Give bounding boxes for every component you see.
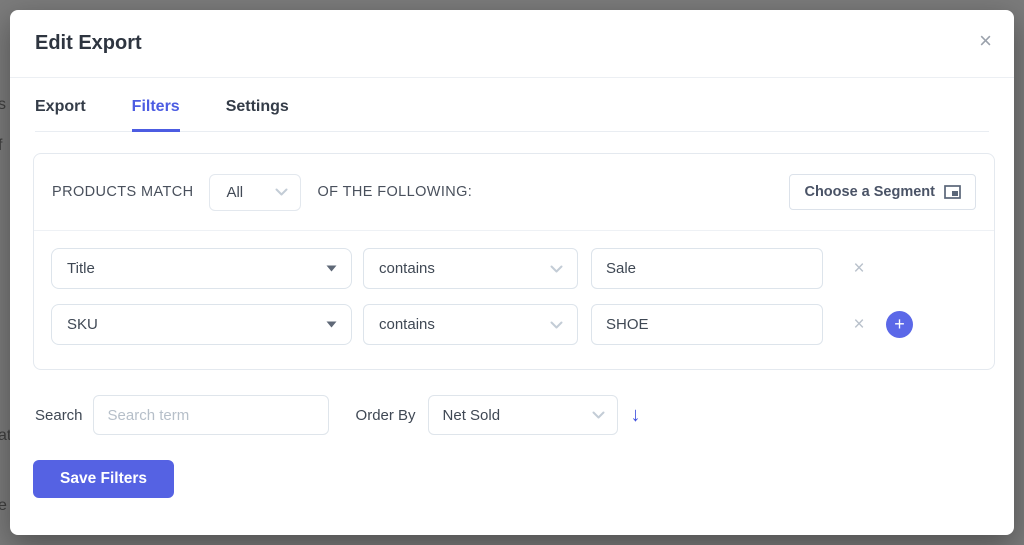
field-select-value: SKU <box>67 316 98 333</box>
choose-segment-label: Choose a Segment <box>804 184 935 200</box>
save-filters-button[interactable]: Save Filters <box>33 460 174 498</box>
choose-segment-button[interactable]: Choose a Segment <box>789 174 976 210</box>
order-by-select[interactable]: Net Sold <box>427 395 618 435</box>
search-input[interactable] <box>92 395 329 435</box>
chevron-down-icon <box>275 188 288 196</box>
caret-down-icon <box>326 265 337 272</box>
segment-icon <box>944 185 961 199</box>
close-icon[interactable]: × <box>979 30 992 52</box>
background-text-fragment: s <box>0 96 6 113</box>
field-select[interactable]: SKU <box>51 304 352 345</box>
modal-header: Edit Export × <box>10 10 1014 78</box>
chevron-down-icon <box>550 321 563 328</box>
tab-bar: Export Filters Settings <box>35 78 989 132</box>
order-by-value: Net Sold <box>442 406 501 424</box>
products-match-label: PRODUCTS MATCH <box>52 184 194 200</box>
match-mode-value: All <box>226 183 244 201</box>
of-the-following-label: OF THE FOLLOWING: <box>317 184 473 200</box>
background-text-fragment: e <box>0 497 7 514</box>
match-mode-select[interactable]: All <box>209 173 302 211</box>
operator-select[interactable]: contains <box>363 304 578 345</box>
order-by-label: Order By <box>355 406 416 424</box>
field-select[interactable]: Title <box>51 248 352 289</box>
chevron-down-icon <box>592 411 605 419</box>
operator-select[interactable]: contains <box>363 248 578 289</box>
chevron-down-icon <box>550 265 563 272</box>
remove-filter-icon[interactable]: × <box>849 259 869 278</box>
field-select-value: Title <box>67 260 95 277</box>
modal-title: Edit Export <box>35 32 142 54</box>
remove-filter-icon[interactable]: × <box>849 315 869 334</box>
filter-row: SKU contains × + <box>51 304 977 345</box>
filter-row: Title contains × <box>51 248 977 289</box>
tab-filters[interactable]: Filters <box>131 98 180 132</box>
caret-down-icon <box>326 321 337 328</box>
operator-select-value: contains <box>379 316 435 333</box>
search-label: Search <box>35 406 83 424</box>
tab-settings[interactable]: Settings <box>226 98 289 132</box>
search-order-row: Search Order By Net Sold ↓ <box>35 395 989 435</box>
filter-value-input[interactable] <box>591 248 823 289</box>
edit-export-modal: Edit Export × Export Filters Settings PR… <box>10 10 1014 535</box>
background-text-fragment: f <box>0 137 3 154</box>
tab-export[interactable]: Export <box>35 98 86 132</box>
filter-panel: PRODUCTS MATCH All OF THE FOLLOWING: Cho… <box>33 153 995 370</box>
operator-select-value: contains <box>379 260 435 277</box>
add-filter-button[interactable]: + <box>886 311 913 338</box>
filter-value-input[interactable] <box>591 304 823 345</box>
filter-panel-header: PRODUCTS MATCH All OF THE FOLLOWING: Cho… <box>34 154 994 231</box>
sort-direction-arrow-icon[interactable]: ↓ <box>631 405 641 425</box>
filter-rows: Title contains × SKU contains <box>34 231 994 362</box>
